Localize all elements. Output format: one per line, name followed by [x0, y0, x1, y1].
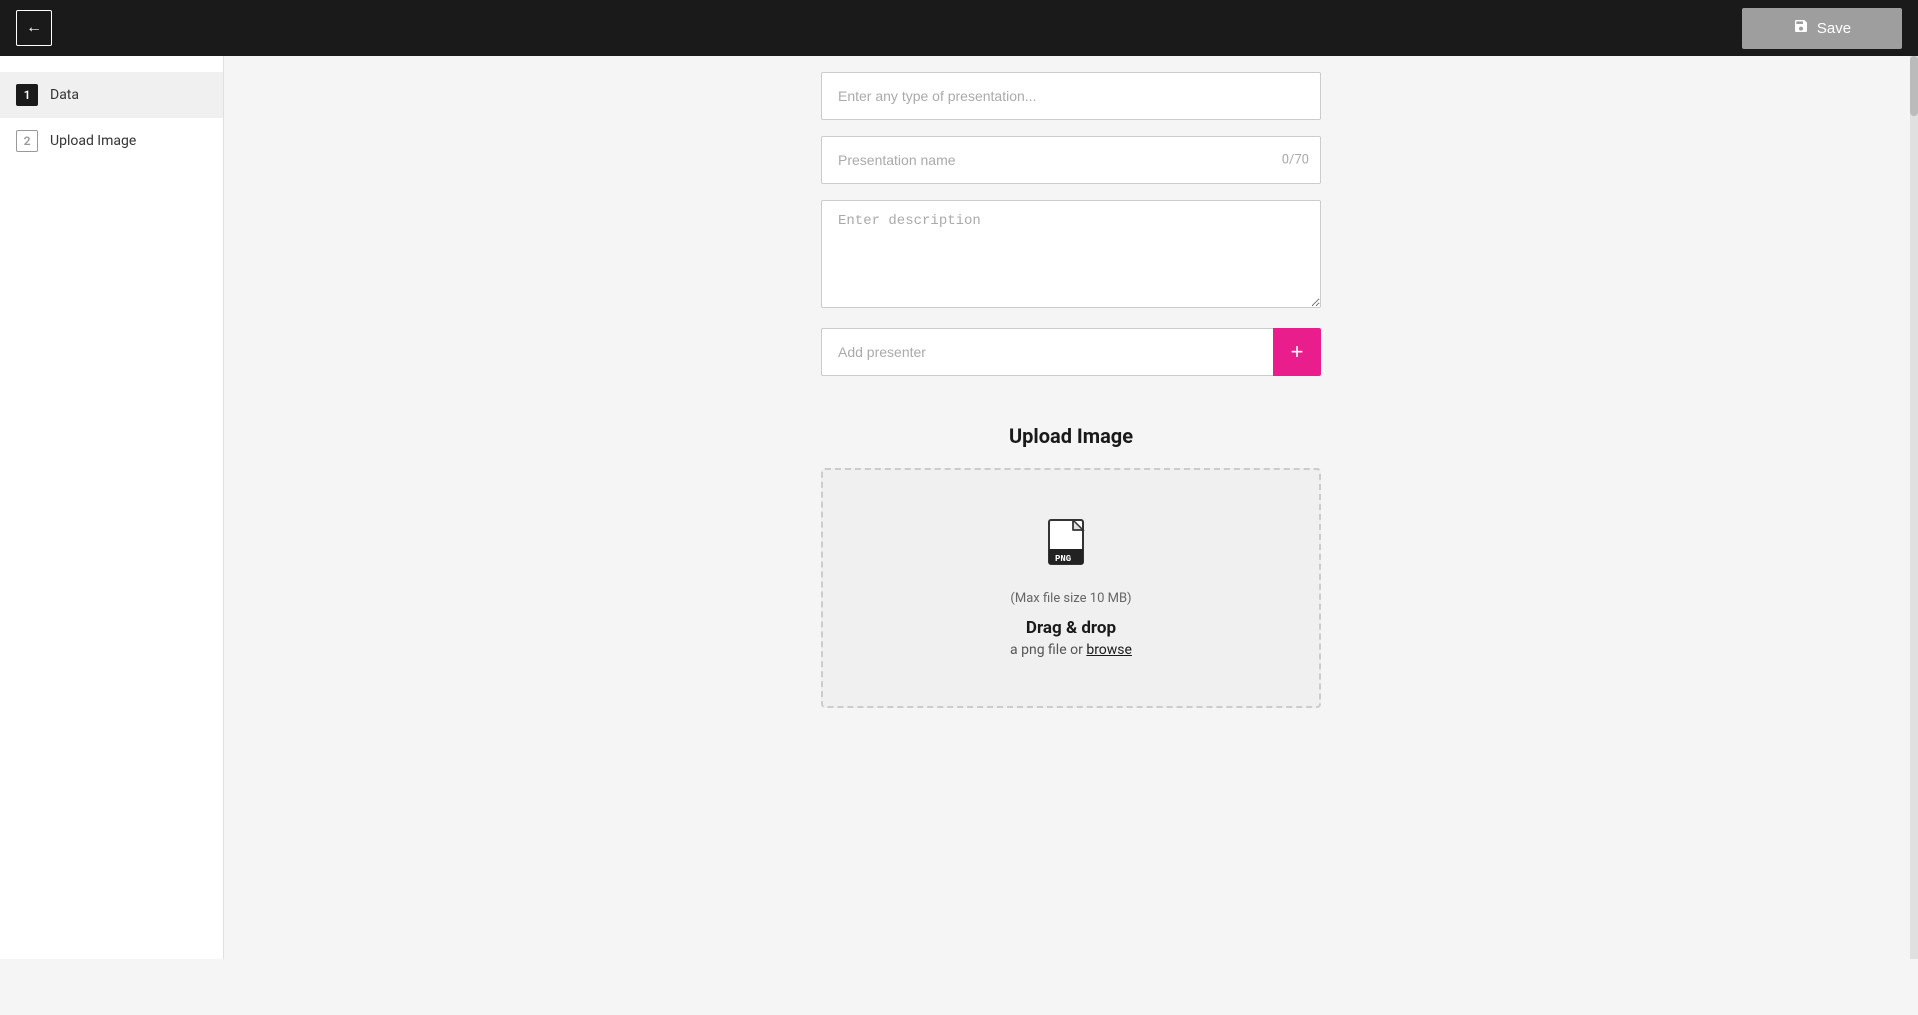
upload-title: Upload Image — [821, 424, 1321, 448]
save-icon — [1793, 18, 1809, 39]
max-size-text: (Max file size 10 MB) — [1010, 591, 1131, 606]
drag-drop-text: Drag & drop — [1026, 618, 1116, 638]
scrollbar[interactable] — [1910, 56, 1918, 959]
sidebar-item-data-label: Data — [50, 87, 79, 103]
dropzone[interactable]: PNG (Max file size 10 MB) Drag & drop a … — [821, 468, 1321, 708]
sidebar-item-upload-image[interactable]: 2 Upload Image — [0, 118, 223, 164]
back-arrow-icon: ← — [26, 19, 42, 37]
presentation-name-input[interactable] — [821, 136, 1321, 184]
first-input-group — [821, 72, 1321, 120]
upload-section: Upload Image PNG (Max file size 10 MB) — [821, 424, 1321, 708]
png-file-icon: PNG — [1047, 519, 1095, 575]
form-area: 0/70 + — [821, 56, 1321, 392]
back-button[interactable]: ← — [16, 10, 52, 46]
browse-link[interactable]: browse — [1086, 642, 1132, 658]
presentation-name-group: 0/70 — [821, 136, 1321, 184]
presenter-group: + — [821, 328, 1321, 376]
description-group — [821, 200, 1321, 312]
navbar: ← Save — [0, 0, 1918, 56]
char-counter: 0/70 — [1282, 153, 1309, 168]
sidebar-item-data[interactable]: 1 Data — [0, 72, 223, 118]
svg-text:PNG: PNG — [1055, 554, 1071, 564]
browse-prefix-text: a png file or — [1010, 642, 1083, 658]
save-button[interactable]: Save — [1742, 8, 1902, 49]
save-label: Save — [1817, 20, 1851, 37]
description-textarea[interactable] — [821, 200, 1321, 308]
step-badge-2: 2 — [16, 130, 38, 152]
presenter-input[interactable] — [821, 328, 1273, 376]
plus-icon: + — [1291, 339, 1304, 365]
main-layout: 1 Data 2 Upload Image 0/70 — [0, 56, 1918, 959]
presenter-row: + — [821, 328, 1321, 376]
add-presenter-button[interactable]: + — [1273, 328, 1321, 376]
browse-instruction: a png file or browse — [1010, 642, 1132, 658]
step-badge-1: 1 — [16, 84, 38, 106]
presentation-type-input[interactable] — [821, 72, 1321, 120]
sidebar: 1 Data 2 Upload Image — [0, 56, 224, 959]
main-content: 0/70 + Upload Image — [224, 56, 1918, 959]
scrollbar-thumb[interactable] — [1910, 56, 1918, 116]
sidebar-item-upload-image-label: Upload Image — [50, 133, 136, 149]
